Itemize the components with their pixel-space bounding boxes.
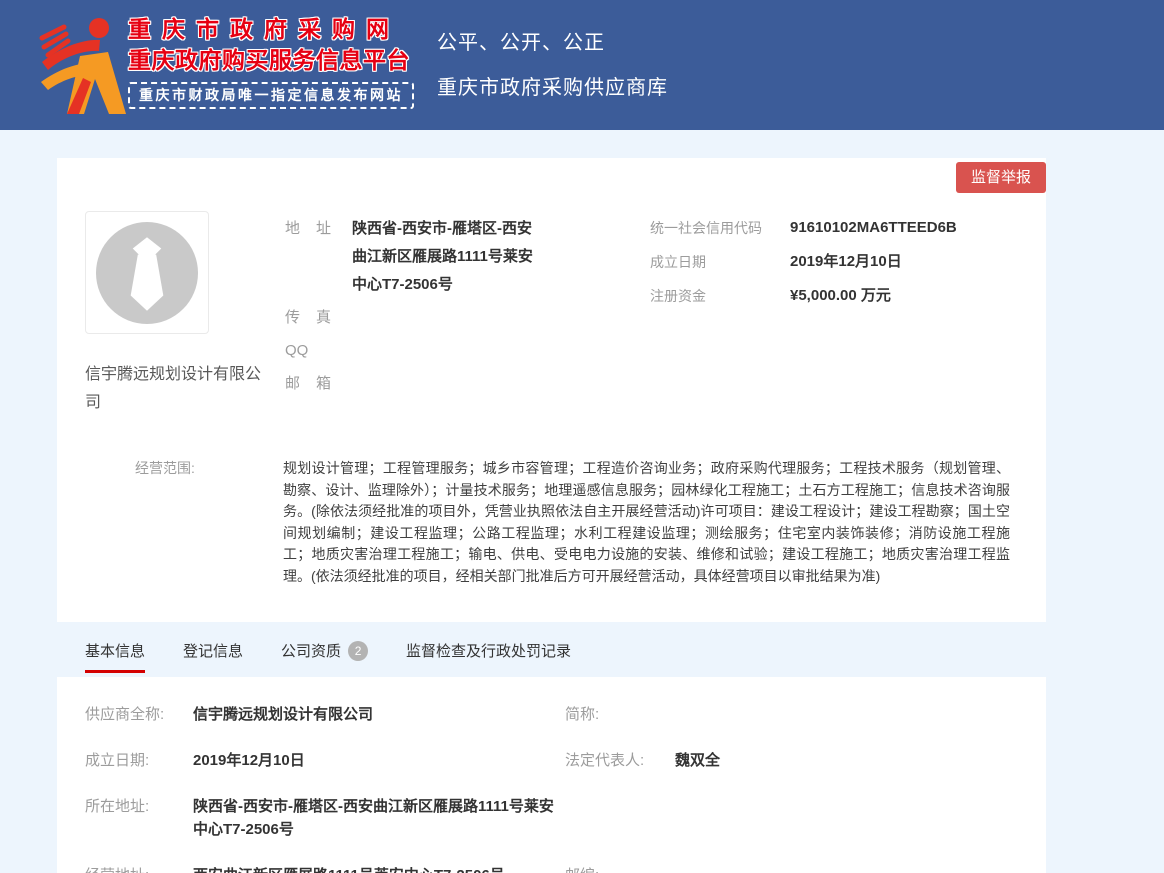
basic-info-card: 供应商全称: 信宇腾远规划设计有限公司 简称: 成立日期: 2019年12月10…	[57, 677, 1046, 873]
qualification-count-badge: 2	[348, 641, 368, 661]
field-value: 2019年12月10日	[193, 749, 305, 772]
tab-label: 登记信息	[183, 640, 243, 661]
field-label: 成立日期:	[85, 749, 193, 772]
field-label: 所在地址:	[85, 795, 193, 841]
registry-fields: 统一社会信用代码 91610102MA6TTEED6B 成立日期 2019年12…	[650, 217, 957, 319]
tab-label: 基本信息	[85, 640, 145, 661]
info-cell: 经营地址: 西安曲江新区雁展路1111号莱安中心T7-2506号	[85, 864, 565, 873]
info-row-business-address: 经营地址: 西安曲江新区雁展路1111号莱安中心T7-2506号 邮编:	[85, 864, 1018, 873]
info-cell: 成立日期: 2019年12月10日	[85, 749, 565, 772]
field-value: 陕西省-西安市-雁塔区-西安曲江新区雁展路1111号莱安中心T7-2506号	[193, 795, 558, 841]
supplier-profile-card: 监督举报 信宇腾远规划设计有限公司 地址 陕西省-西安市-雁塔区-西安曲江新区雁…	[57, 158, 1046, 622]
tab-supervision-records[interactable]: 监督检查及行政处罚记录	[406, 640, 571, 673]
info-cell: 法定代表人: 魏双全	[565, 749, 720, 772]
header-slogan: 公平、公开、公正	[437, 31, 668, 55]
field-label: 地址	[285, 215, 331, 299]
info-row-founded: 成立日期: 2019年12月10日 法定代表人: 魏双全	[85, 749, 1018, 772]
info-cell: 简称:	[565, 703, 675, 726]
info-cell: 所在地址: 陕西省-西安市-雁塔区-西安曲江新区雁展路1111号莱安中心T7-2…	[85, 795, 565, 841]
site-badge: 重庆市财政局唯一指定信息发布网站	[128, 82, 414, 109]
page-title: 重庆市政府采购供应商库	[437, 76, 668, 100]
tab-company-qualifications[interactable]: 公司资质 2	[281, 640, 368, 673]
business-scope-text: 规划设计管理；工程管理服务；城乡市容管理；工程造价咨询业务；政府采购代理服务；工…	[283, 458, 1010, 587]
field-value: 信宇腾远规划设计有限公司	[193, 703, 373, 726]
contact-row-email: 邮箱	[285, 370, 545, 398]
field-label: 邮编:	[565, 864, 675, 873]
tab-basic-info[interactable]: 基本信息	[85, 640, 145, 673]
field-label: 简称:	[565, 703, 675, 726]
info-row-fullname: 供应商全称: 信宇腾远规划设计有限公司 简称:	[85, 703, 1018, 726]
business-scope-label: 经营范围:	[135, 458, 283, 587]
contact-row-fax: 传真	[285, 304, 545, 332]
field-label: 传真	[285, 304, 331, 332]
report-button[interactable]: 监督举报	[956, 162, 1046, 193]
field-value: 西安曲江新区雁展路1111号莱安中心T7-2506号	[193, 864, 505, 873]
field-label: QQ	[285, 337, 331, 365]
info-cell: 供应商全称: 信宇腾远规划设计有限公司	[85, 703, 565, 726]
avatar-circle	[96, 222, 198, 324]
company-name: 信宇腾远规划设计有限公司	[85, 361, 265, 417]
field-label: 法定代表人:	[565, 749, 675, 772]
field-value	[352, 337, 545, 365]
registry-row-credit-code: 统一社会信用代码 91610102MA6TTEED6B	[650, 217, 957, 239]
field-value	[352, 370, 545, 398]
site-title-line1: 重庆市政府采购网	[128, 14, 414, 44]
logo-text-block: 重庆市政府采购网 重庆政府购买服务信息平台 重庆市财政局唯一指定信息发布网站	[128, 14, 414, 109]
contact-row-address: 地址 陕西省-西安市-雁塔区-西安曲江新区雁展路1111号莱安中心T7-2506…	[285, 215, 545, 299]
field-value	[352, 304, 545, 332]
page-content: 监督举报 信宇腾远规划设计有限公司 地址 陕西省-西安市-雁塔区-西安曲江新区雁…	[0, 158, 1164, 873]
field-label: 成立日期	[650, 251, 790, 273]
field-value: 2019年12月10日	[790, 251, 902, 273]
tab-label: 监督检查及行政处罚记录	[406, 640, 571, 661]
field-label: 经营地址:	[85, 864, 193, 873]
info-cell: 邮编:	[565, 864, 675, 873]
site-header: 重庆市政府采购网 重庆政府购买服务信息平台 重庆市财政局唯一指定信息发布网站 公…	[0, 0, 1164, 130]
tab-bar: 基本信息 登记信息 公司资质 2 监督检查及行政处罚记录	[57, 640, 1046, 673]
business-scope: 经营范围: 规划设计管理；工程管理服务；城乡市容管理；工程造价咨询业务；政府采购…	[85, 458, 1010, 587]
field-label: 统一社会信用代码	[650, 217, 790, 239]
site-logo-icon	[38, 8, 130, 120]
info-row-location: 所在地址: 陕西省-西安市-雁塔区-西安曲江新区雁展路1111号莱安中心T7-2…	[85, 795, 1018, 841]
field-value: ¥5,000.00 万元	[790, 285, 891, 307]
field-label: 供应商全称:	[85, 703, 193, 726]
field-value: 陕西省-西安市-雁塔区-西安曲江新区雁展路1111号莱安中心T7-2506号	[352, 215, 545, 299]
tie-icon	[96, 222, 198, 324]
field-label: 注册资金	[650, 285, 790, 307]
avatar	[85, 211, 209, 334]
site-title-line2: 重庆政府购买服务信息平台	[128, 45, 414, 75]
field-value: 91610102MA6TTEED6B	[790, 217, 957, 239]
tab-label: 公司资质	[281, 640, 341, 661]
field-label: 邮箱	[285, 370, 331, 398]
contact-fields: 地址 陕西省-西安市-雁塔区-西安曲江新区雁展路1111号莱安中心T7-2506…	[285, 215, 545, 403]
contact-row-qq: QQ	[285, 337, 545, 365]
registry-row-registered-capital: 注册资金 ¥5,000.00 万元	[650, 285, 957, 307]
field-value: 魏双全	[675, 749, 720, 772]
registry-row-founded-date: 成立日期 2019年12月10日	[650, 251, 957, 273]
tab-registration-info[interactable]: 登记信息	[183, 640, 243, 673]
header-right-block: 公平、公开、公正 重庆市政府采购供应商库	[437, 31, 668, 100]
